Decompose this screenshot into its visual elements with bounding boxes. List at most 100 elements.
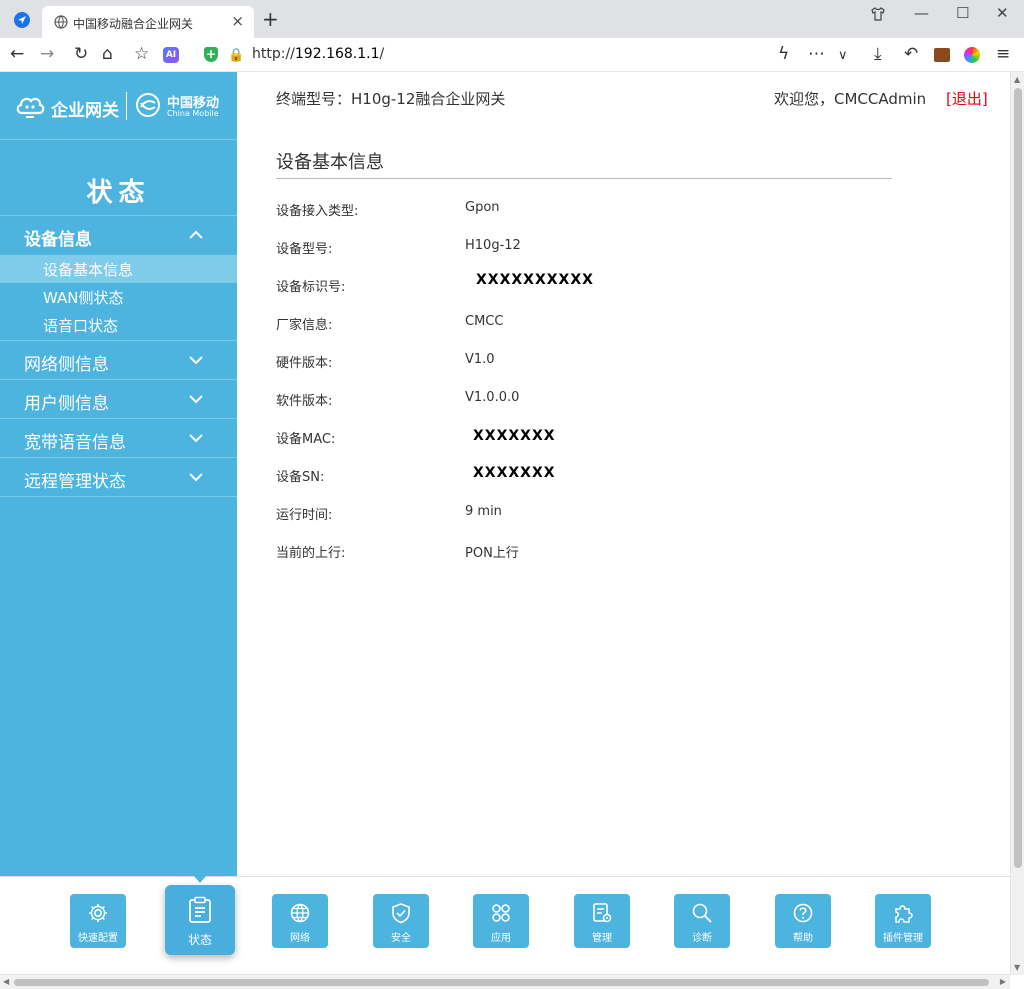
sidebar-group-user-info[interactable]: 用户侧信息 [0,380,237,419]
horizontal-scrollbar[interactable]: ◀ ▶ [0,974,1010,989]
scroll-up-arrow-icon[interactable]: ▲ [1014,75,1020,84]
info-label: 硬件版本: [276,356,333,371]
brand-name-en: China Mobile [167,109,219,118]
minimize-icon[interactable]: — [914,4,929,22]
nav-label: 快速配置 [78,933,118,944]
globe-icon [54,15,68,29]
redacted-value: XXXXXXXXXX [468,272,602,288]
nav-label: 网络 [290,933,310,944]
info-label: 厂家信息: [276,318,333,333]
forward-icon[interactable]: → [40,45,54,63]
close-window-icon[interactable]: ✕ [996,4,1009,22]
tab-close-icon[interactable]: × [231,12,244,30]
url-host: 192.168.1.1 [294,46,380,62]
browser-tab[interactable]: 中国移动融合企业网关 × [42,6,254,38]
divider [276,178,892,179]
sidebar-item-wan-status[interactable]: WAN侧状态 [0,283,237,311]
vertical-scrollbar[interactable]: ▲ ▼ [1010,72,1024,975]
chevron-down-icon [189,356,203,365]
chevron-down-icon [189,473,203,482]
manage-icon [593,903,612,923]
nav-plugin-button[interactable]: 插件管理 [875,894,931,948]
nav-manage-button[interactable]: 管理 [574,894,630,948]
new-tab-button[interactable]: + [262,7,279,31]
sidebar-item-label: 设备基本信息 [43,261,134,279]
security-shield-icon[interactable]: + [204,47,218,62]
welcome-text: 欢迎您，CMCCAdmin [774,90,927,108]
scroll-left-arrow-icon[interactable]: ◀ [3,977,9,986]
chevron-down-icon [189,434,203,443]
nav-network-button[interactable]: 网络 [272,894,328,948]
url-path: / [379,46,385,62]
info-value: V1.0.0.0 [465,390,520,405]
nav-label: 应用 [491,933,511,944]
browser-app-icon[interactable] [14,12,30,28]
menu-icon[interactable]: ≡ [996,45,1010,63]
url-scheme: http:// [252,46,295,62]
sidebar-item-label: 语音口状态 [43,317,119,335]
nav-security-button[interactable]: 安全 [373,894,429,948]
ai-icon[interactable]: AI [163,47,179,63]
nav-label: 帮助 [793,933,813,944]
nav-apps-button[interactable]: 应用 [473,894,529,948]
nav-status-button[interactable]: 状态 [165,885,235,955]
sidebar-group-label: 设备信息 [24,230,92,250]
chevron-down-icon [189,395,203,404]
sidebar-group-network-info[interactable]: 网络侧信息 [0,341,237,380]
sidebar-group-remote-mgmt[interactable]: 远程管理状态 [0,458,237,497]
info-value: V1.0 [465,352,495,367]
terminal-model: 终端型号：H10g-12融合企业网关 [276,90,506,108]
search-icon [692,903,712,923]
logo: 企业网关 中国移动 China Mobile [0,72,237,140]
scrollbar-thumb[interactable] [1014,88,1022,868]
info-value: 9 min [465,504,502,519]
logo-divider [126,92,127,120]
chevron-up-icon [189,230,203,239]
chevron-down-icon[interactable]: ∨ [838,47,848,65]
redacted-value: XXXXXXX [465,465,564,481]
page-title: 设备基本信息 [276,152,384,173]
nav-quick-config-button[interactable]: 快速配置 [70,894,126,948]
help-icon [793,903,813,923]
color-extension-icon[interactable] [964,47,980,63]
gear-icon [89,904,107,922]
sidebar-group-voip-info[interactable]: 宽带语音信息 [0,419,237,458]
browser-tab-bar: 中国移动融合企业网关 × + — ☐ ✕ [0,0,1024,38]
undo-icon[interactable]: ↶ [904,45,918,63]
reload-icon[interactable]: ↻ [74,45,88,63]
insecure-lock-icon[interactable]: 🔒 [228,47,244,65]
address-bar[interactable]: http://192.168.1.1/ [252,46,384,62]
active-indicator [194,876,206,883]
toolbox-icon[interactable] [934,48,950,62]
sidebar-item-label: WAN侧状态 [43,289,124,307]
back-icon[interactable]: ← [10,45,24,63]
divider [0,496,237,497]
sidebar-item-device-basic-info[interactable]: 设备基本信息 [0,255,237,283]
info-label: 设备型号: [276,242,333,257]
clipboard-icon [189,896,211,923]
nav-diagnose-button[interactable]: 诊断 [674,894,730,948]
nav-label: 管理 [592,933,612,944]
nav-help-button[interactable]: 帮助 [775,894,831,948]
info-value: CMCC [465,314,504,329]
info-value: H10g-12 [465,238,521,253]
maximize-icon[interactable]: ☐ [956,4,969,22]
sidebar-group-device-info[interactable]: 设备信息 [0,216,237,255]
lightning-icon[interactable]: ϟ [778,45,789,63]
sidebar-group-label: 网络侧信息 [24,355,109,375]
favorites-icon[interactable]: ☆ [134,45,149,63]
scrollbar-thumb[interactable] [14,979,989,986]
info-label: 运行时间: [276,508,333,523]
sidebar-item-voice-port-status[interactable]: 语音口状态 [0,311,237,339]
sidebar-group-label: 用户侧信息 [24,394,109,414]
download-icon[interactable]: ⤓ [874,45,882,63]
sidebar: 企业网关 中国移动 China Mobile 状态 设备信息 设备基本信息 WA… [0,72,237,876]
info-label: 当前的上行: [276,546,346,561]
logout-link[interactable]: [退出] [946,88,988,109]
scroll-right-arrow-icon[interactable]: ▶ [1000,977,1006,986]
tshirt-icon[interactable] [870,4,886,26]
scroll-down-arrow-icon[interactable]: ▼ [1014,963,1020,972]
cloud-logo-icon [16,97,45,118]
more-icon[interactable]: ⋯ [808,45,825,63]
home-icon[interactable]: ⌂ [102,45,113,63]
